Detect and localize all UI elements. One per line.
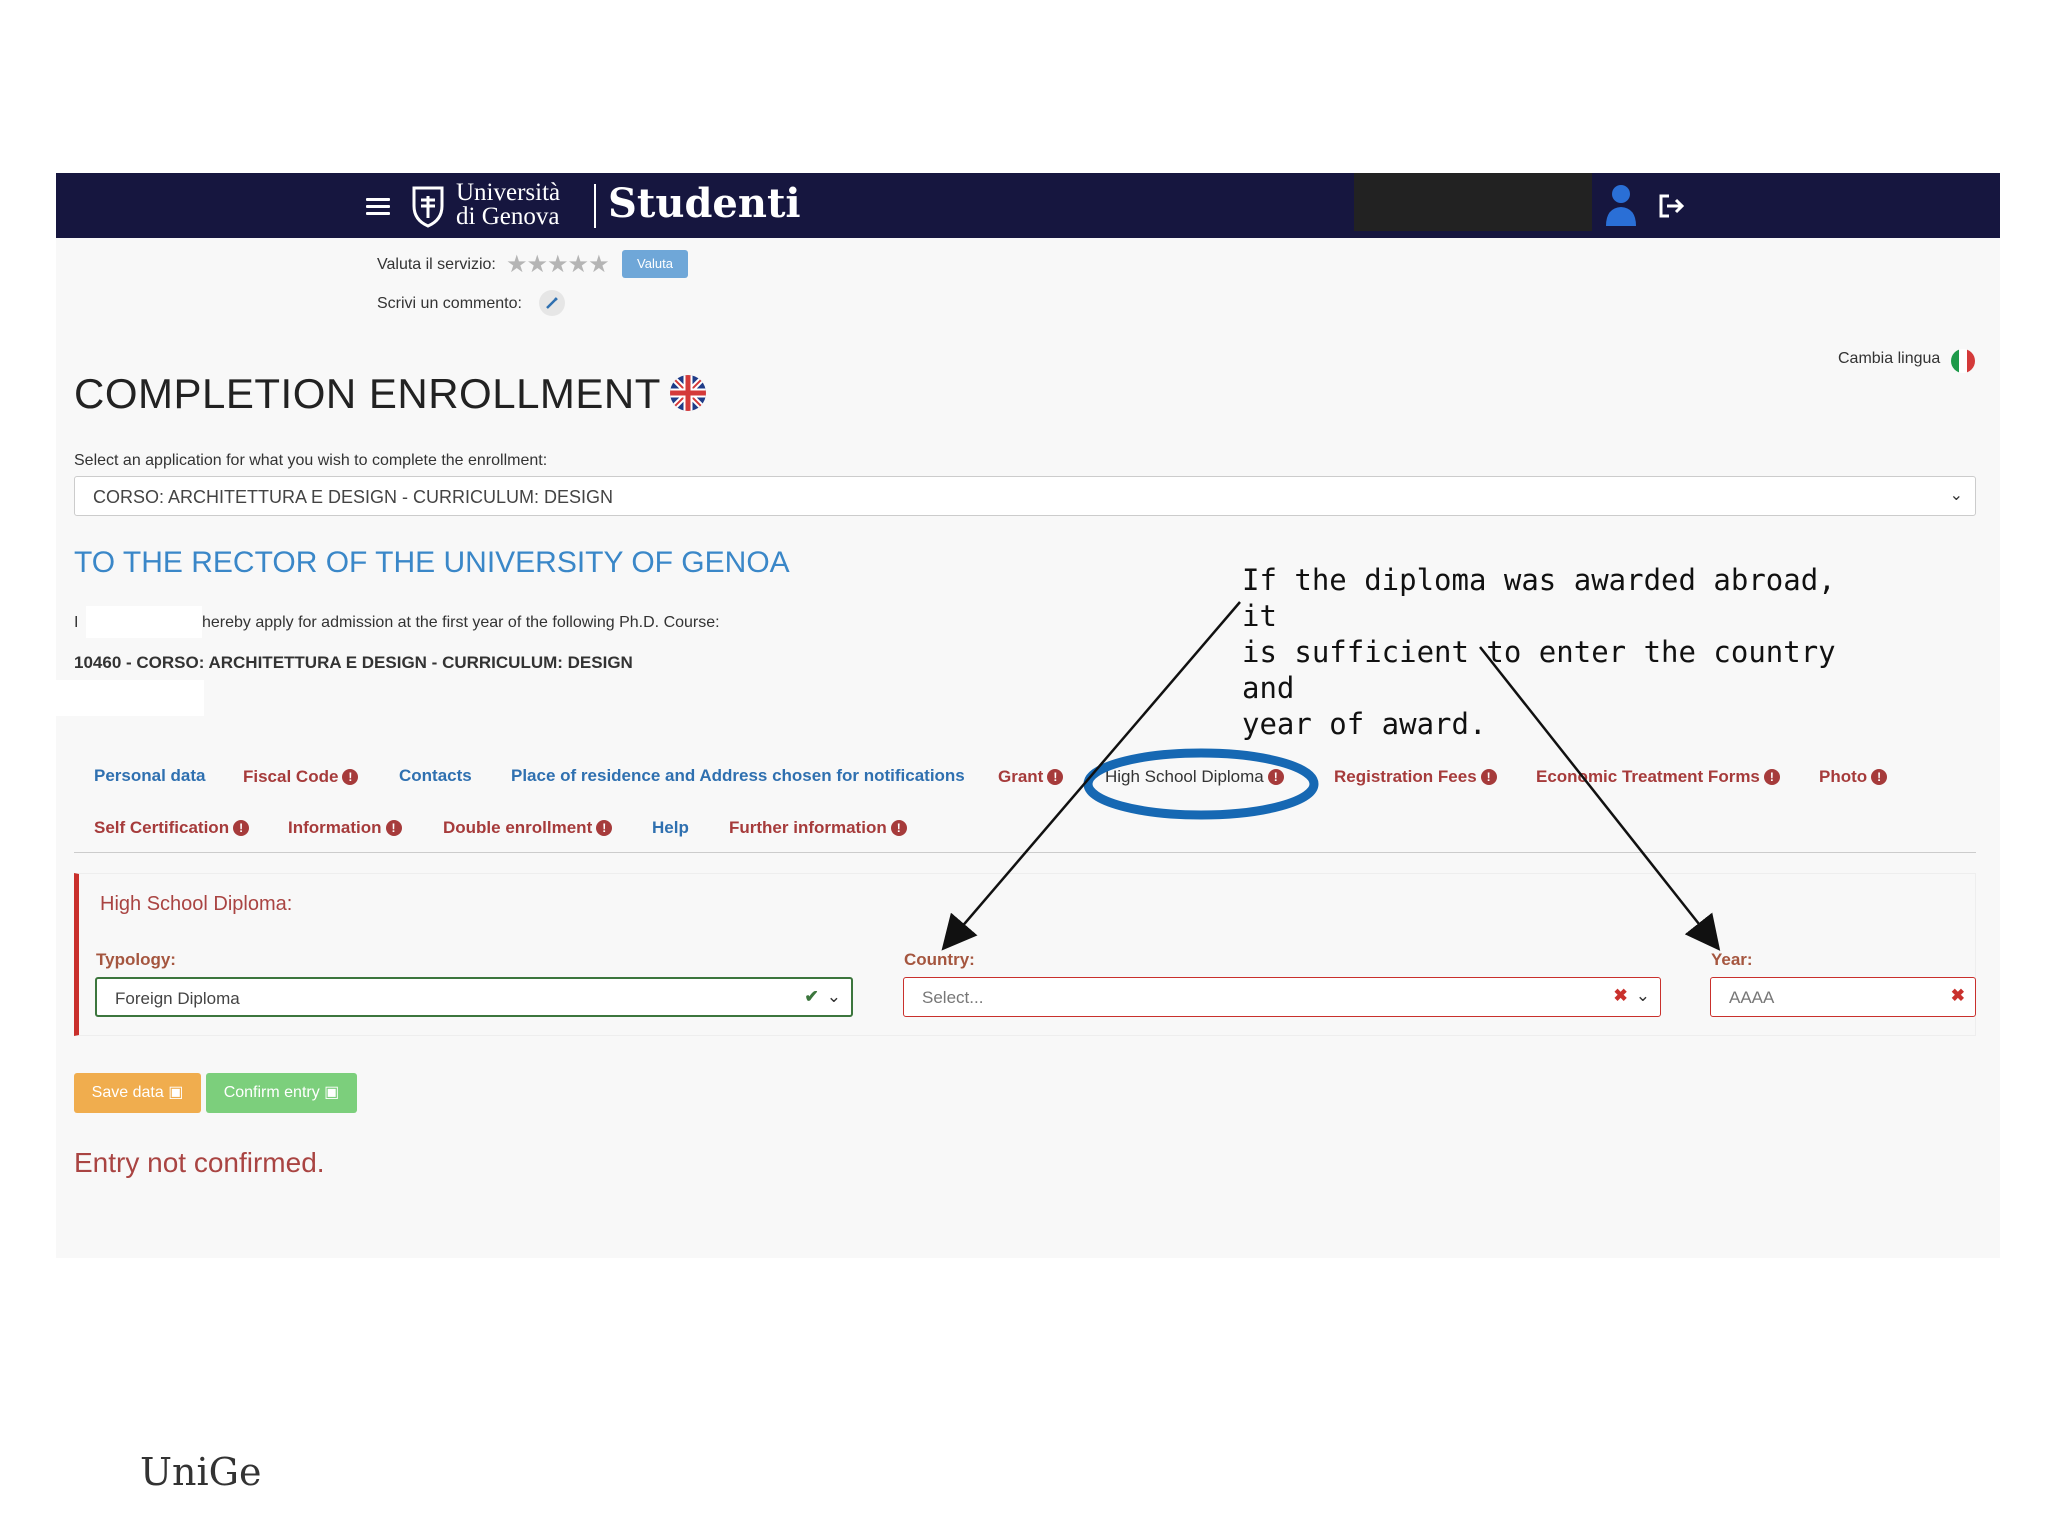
- italian-flag-icon[interactable]: [1951, 349, 1975, 373]
- alert-icon: !: [233, 820, 250, 836]
- panel-title: High School Diploma:: [100, 893, 293, 915]
- tab-double-enrollment[interactable]: Double enrollment!: [443, 818, 613, 838]
- tabs-divider: [74, 852, 1976, 853]
- tab-contacts[interactable]: Contacts: [399, 766, 472, 786]
- course-name: 10460 - CORSO: ARCHITETTURA E DESIGN - C…: [74, 653, 633, 672]
- tab-high-school-diploma[interactable]: High School Diploma!: [1105, 767, 1284, 787]
- typology-value: Foreign Diploma: [115, 989, 240, 1008]
- tab-photo[interactable]: Photo!: [1819, 767, 1888, 787]
- year-label: Year:: [1711, 950, 1753, 969]
- error-x-icon: ✖: [1613, 986, 1628, 1005]
- entry-status-message: Entry not confirmed.: [74, 1147, 325, 1178]
- redacted-name: [86, 606, 202, 638]
- university-name-line2: di Genova: [456, 203, 560, 230]
- uk-flag-icon: [670, 375, 706, 411]
- rating-stars[interactable]: ★★★★★: [506, 250, 610, 279]
- application-select-label: Select an application for what you wish …: [74, 452, 548, 469]
- alert-icon: !: [596, 820, 613, 836]
- year-input[interactable]: AAAA ✖: [1710, 977, 1976, 1017]
- university-name[interactable]: Università di Genova: [456, 179, 561, 230]
- tab-grant[interactable]: Grant!: [998, 767, 1064, 787]
- alert-icon: !: [1871, 769, 1888, 785]
- year-placeholder: AAAA: [1729, 988, 1775, 1007]
- save-data-button[interactable]: Save data ▣: [74, 1073, 201, 1113]
- logout-icon[interactable]: [1658, 193, 1686, 219]
- tab-residence-address[interactable]: Place of residence and Address chosen fo…: [511, 766, 965, 786]
- floppy-disk-icon: ▣: [324, 1084, 340, 1101]
- alert-icon: !: [385, 820, 402, 836]
- tab-economic-treatment-forms[interactable]: Economic Treatment Forms!: [1536, 767, 1780, 787]
- university-name-line1: Università: [456, 179, 561, 206]
- alert-icon: !: [342, 769, 359, 785]
- tab-help[interactable]: Help: [652, 818, 689, 838]
- alert-icon: !: [1267, 769, 1284, 785]
- country-label: Country:: [904, 950, 975, 969]
- chevron-down-icon: ⌄: [1949, 487, 1963, 504]
- redacted-username: [1354, 173, 1592, 231]
- apply-statement: hereby apply for admission at the first …: [202, 614, 720, 631]
- alert-icon: !: [890, 820, 907, 836]
- application-select-value: CORSO: ARCHITETTURA E DESIGN - CURRICULU…: [93, 487, 614, 507]
- rector-heading: TO THE RECTOR OF THE UNIVERSITY OF GENOA: [74, 546, 790, 579]
- country-placeholder: Select...: [922, 988, 984, 1007]
- alert-icon: !: [1047, 769, 1064, 785]
- unige-logo: UniGe: [140, 1450, 262, 1494]
- tab-further-information[interactable]: Further information!: [729, 818, 907, 838]
- top-navbar: [56, 173, 2000, 238]
- rating-label: Valuta il servizio:: [377, 256, 496, 273]
- typology-select[interactable]: Foreign Diploma ✔ ⌄: [95, 977, 853, 1017]
- user-icon[interactable]: [1602, 180, 1640, 230]
- chevron-down-icon: ⌄: [826, 987, 841, 1006]
- app-name[interactable]: Studenti: [608, 178, 801, 230]
- redacted-block: [56, 680, 204, 716]
- tab-personal-data[interactable]: Personal data: [94, 766, 206, 786]
- menu-icon[interactable]: [366, 198, 390, 216]
- tab-self-certification[interactable]: Self Certification!: [94, 818, 250, 838]
- page-title: COMPLETION ENROLLMENT: [74, 370, 661, 417]
- application-select[interactable]: CORSO: ARCHITETTURA E DESIGN - CURRICULU…: [74, 476, 1976, 516]
- header-separator: [594, 184, 596, 228]
- chevron-down-icon: ⌄: [1635, 986, 1650, 1005]
- alert-icon: !: [1763, 769, 1780, 785]
- change-language-label[interactable]: Cambia lingua: [1838, 350, 1940, 368]
- tab-information[interactable]: Information!: [288, 818, 402, 838]
- error-x-icon: ✖: [1950, 986, 1965, 1005]
- tab-fiscal-code[interactable]: Fiscal Code!: [243, 767, 359, 787]
- university-crest-icon: [412, 186, 444, 228]
- floppy-disk-icon: ▣: [168, 1084, 184, 1101]
- check-icon: ✔: [804, 987, 819, 1006]
- confirm-entry-button[interactable]: Confirm entry ▣: [206, 1073, 357, 1113]
- rate-button[interactable]: Valuta: [622, 250, 688, 278]
- alert-icon: !: [1480, 769, 1497, 785]
- comment-label: Scrivi un commento:: [377, 295, 522, 312]
- typology-label: Typology:: [96, 950, 176, 969]
- country-select[interactable]: Select... ✖ ⌄: [903, 977, 1661, 1017]
- pencil-icon[interactable]: [539, 290, 565, 316]
- apply-prefix: I: [74, 614, 79, 631]
- tab-registration-fees[interactable]: Registration Fees!: [1334, 767, 1497, 787]
- screenshot-stage: Università di Genova Studenti Valuta il …: [0, 0, 2048, 1536]
- annotation-callout-text: If the diploma was awarded abroad, it is…: [1242, 563, 1836, 741]
